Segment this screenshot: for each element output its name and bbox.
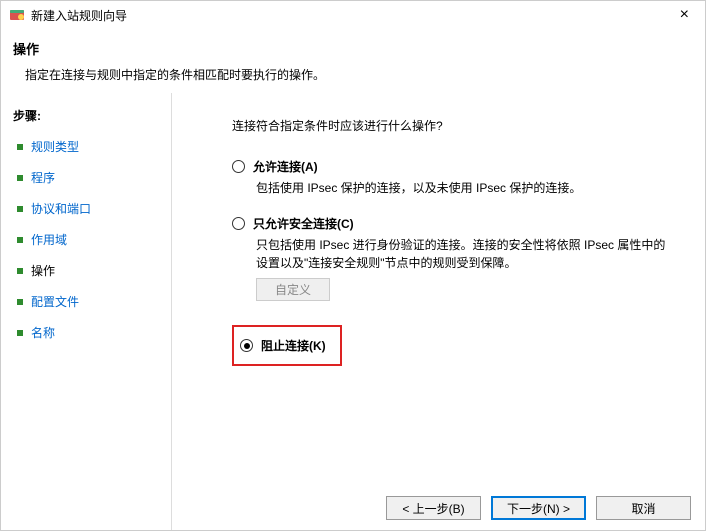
step-action[interactable]: 操作 xyxy=(13,262,163,279)
back-button[interactable]: < 上一步(B) xyxy=(386,496,481,520)
radio-block[interactable]: 阻止连接(K) xyxy=(240,337,326,354)
header: 操作 指定在连接与规则中指定的条件相匹配时要执行的操作。 xyxy=(1,29,705,93)
radio-desc: 包括使用 IPsec 保护的连接，以及未使用 IPsec 保护的连接。 xyxy=(256,179,677,197)
page-title: 操作 xyxy=(13,39,689,58)
titlebar: 新建入站规则向导 × xyxy=(1,1,705,29)
footer: < 上一步(B) 下一步(N) > 取消 xyxy=(386,496,691,520)
radio-group: 允许连接(A) 包括使用 IPsec 保护的连接，以及未使用 IPsec 保护的… xyxy=(232,158,677,366)
step-label: 协议和端口 xyxy=(31,200,91,217)
radio-icon[interactable] xyxy=(232,217,245,230)
step-label: 程序 xyxy=(31,169,55,186)
body: 步骤: 规则类型 程序 协议和端口 作用域 操作 xyxy=(1,93,705,530)
step-label: 名称 xyxy=(31,324,55,341)
radio-label: 只允许安全连接(C) xyxy=(253,215,354,232)
radio-desc: 只包括使用 IPsec 进行身份验证的连接。连接的安全性将依照 IPsec 属性… xyxy=(256,236,677,272)
bullet-icon xyxy=(17,268,23,274)
firewall-icon xyxy=(9,7,25,23)
sidebar: 步骤: 规则类型 程序 协议和端口 作用域 操作 xyxy=(1,93,171,530)
close-icon[interactable]: × xyxy=(672,6,697,24)
bullet-icon xyxy=(17,237,23,243)
wizard-window: 新建入站规则向导 × 操作 指定在连接与规则中指定的条件相匹配时要执行的操作。 … xyxy=(0,0,706,531)
highlight-box: 阻止连接(K) xyxy=(232,325,342,366)
step-label: 规则类型 xyxy=(31,138,79,155)
content-question: 连接符合指定条件时应该进行什么操作? xyxy=(232,117,677,134)
next-button[interactable]: 下一步(N) > xyxy=(491,496,586,520)
step-program[interactable]: 程序 xyxy=(13,169,163,186)
content: 连接符合指定条件时应该进行什么操作? 允许连接(A) 包括使用 IPsec 保护… xyxy=(171,93,705,530)
radio-icon[interactable] xyxy=(232,160,245,173)
step-label: 作用域 xyxy=(31,231,67,248)
cancel-button[interactable]: 取消 xyxy=(596,496,691,520)
bullet-icon xyxy=(17,144,23,150)
customize-button: 自定义 xyxy=(256,278,330,301)
step-scope[interactable]: 作用域 xyxy=(13,231,163,248)
bullet-icon xyxy=(17,175,23,181)
step-label: 操作 xyxy=(31,262,55,279)
radio-allow[interactable]: 允许连接(A) 包括使用 IPsec 保护的连接，以及未使用 IPsec 保护的… xyxy=(232,158,677,197)
radio-label: 阻止连接(K) xyxy=(261,337,326,354)
radio-label: 允许连接(A) xyxy=(253,158,318,175)
radio-icon[interactable] xyxy=(240,339,253,352)
page-description: 指定在连接与规则中指定的条件相匹配时要执行的操作。 xyxy=(25,66,689,83)
step-protocol-ports[interactable]: 协议和端口 xyxy=(13,200,163,217)
step-rule-type[interactable]: 规则类型 xyxy=(13,138,163,155)
bullet-icon xyxy=(17,206,23,212)
step-name[interactable]: 名称 xyxy=(13,324,163,341)
bullet-icon xyxy=(17,299,23,305)
radio-allow-secure[interactable]: 只允许安全连接(C) 只包括使用 IPsec 进行身份验证的连接。连接的安全性将… xyxy=(232,215,677,301)
step-label: 配置文件 xyxy=(31,293,79,310)
sidebar-title: 步骤: xyxy=(13,107,163,124)
step-profile[interactable]: 配置文件 xyxy=(13,293,163,310)
titlebar-title: 新建入站规则向导 xyxy=(31,7,672,24)
bullet-icon xyxy=(17,330,23,336)
